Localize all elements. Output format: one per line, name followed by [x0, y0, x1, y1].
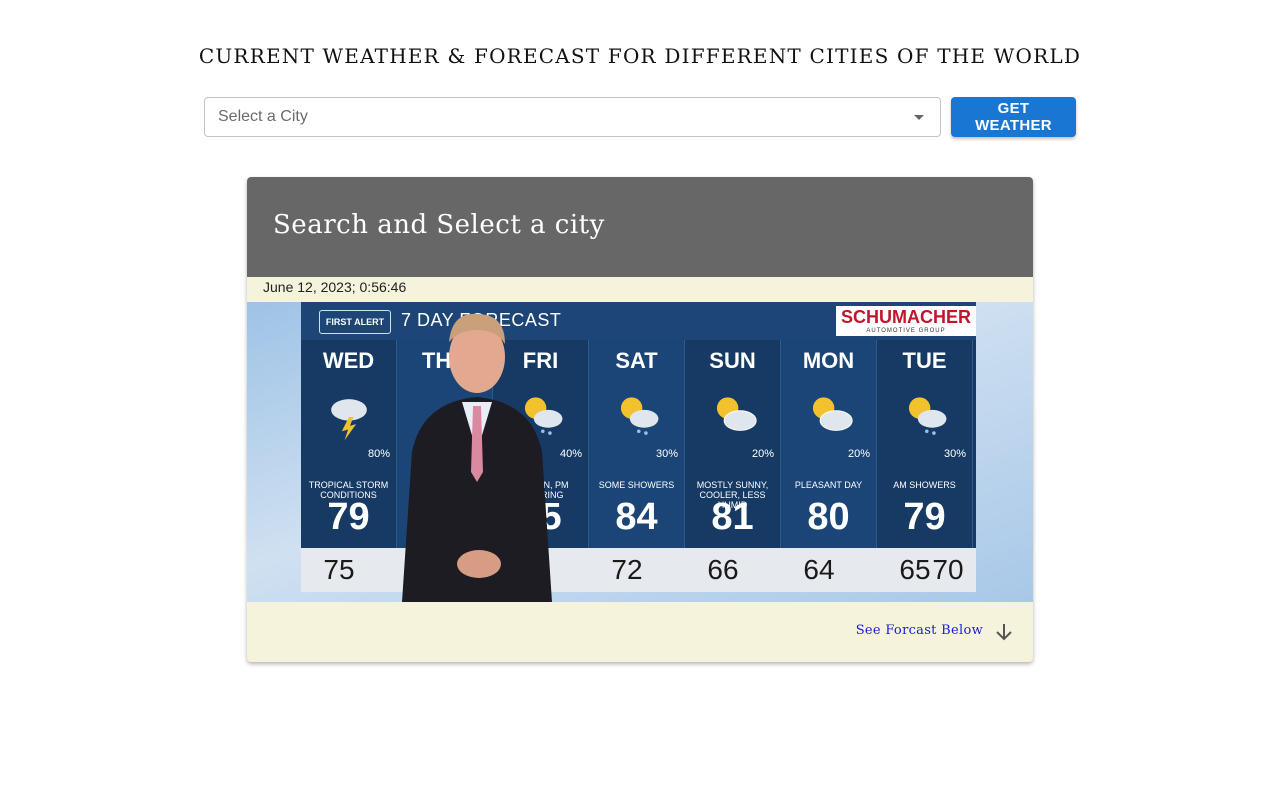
- extra-low-temp: 70: [932, 554, 964, 585]
- sponsor-subtitle: AUTOMOTIVE GROUP: [866, 328, 946, 334]
- day-description: PLEASANT DAY: [794, 480, 863, 490]
- arrow-down-icon[interactable]: [995, 622, 1013, 642]
- page-title: CURRENT WEATHER & FORECAST FOR DIFFERENT…: [198, 44, 1082, 68]
- weather-card: Search and Select a city June 12, 2023; …: [247, 177, 1033, 662]
- station-logo: FIRST ALERT: [319, 310, 391, 334]
- forecast-day-tue: TUE 30% AM SHOWERS 79: [877, 340, 973, 548]
- sponsor-name: SCHUMACHER: [841, 307, 971, 327]
- day-precip-chance: 40%: [559, 448, 582, 460]
- city-select[interactable]: Select a City: [204, 97, 941, 137]
- sun-rain-icon: [908, 397, 947, 435]
- day-precip-chance: 20%: [751, 448, 774, 460]
- page: CURRENT WEATHER & FORECAST FOR DIFFERENT…: [0, 0, 1280, 800]
- forecast-day-mon: MON 20% PLEASANT DAY 80: [781, 340, 877, 548]
- storm-icon: [331, 399, 367, 441]
- day-high-temp: 81: [711, 496, 754, 538]
- card-title: Search and Select a city: [273, 210, 605, 240]
- forecast-video-image: FIRST ALERT 7 DAY FORECAST SCHUMACHER AU…: [247, 302, 1033, 602]
- sponsor-logo: SCHUMACHER AUTOMOTIVE GROUP: [836, 306, 976, 336]
- day-high-temp: 79: [327, 496, 370, 538]
- day-high-temp: 79: [903, 496, 946, 538]
- day-description: SOME SHOWERS: [598, 480, 675, 490]
- day-precip-chance: 30%: [943, 448, 966, 460]
- day-low-temp: 75: [323, 554, 355, 585]
- presenter-figure: [402, 313, 552, 602]
- day-name: TUE: [902, 348, 947, 373]
- day-name: WED: [322, 348, 375, 373]
- card-header: Search and Select a city: [247, 177, 1033, 277]
- sun-cloud-icon: [716, 397, 757, 431]
- timestamp: June 12, 2023; 0:56:46: [263, 279, 407, 295]
- forecast-day-wed: WED 80% TROPICAL STORM CONDITIONS 79: [301, 340, 397, 548]
- day-description: AM SHOWERS: [893, 480, 956, 490]
- day-precip-chance: 80%: [367, 448, 390, 460]
- search-controls: Select a City GET WEATHER: [204, 97, 1076, 137]
- sun-cloud-icon: [812, 397, 853, 431]
- get-weather-button[interactable]: GET WEATHER: [951, 97, 1076, 137]
- day-name: SUN: [709, 348, 756, 373]
- day-name: MON: [802, 348, 855, 373]
- see-forecast-link[interactable]: See Forcast Below: [856, 623, 983, 638]
- day-high-temp: 80: [807, 496, 850, 538]
- sun-rain-icon: [620, 397, 659, 435]
- day-precip-chance: 30%: [655, 448, 678, 460]
- day-low-temp: 72: [611, 554, 643, 585]
- day-name: SAT: [615, 348, 658, 373]
- dropdown-arrow-icon[interactable]: [914, 115, 924, 120]
- day-precip-chance: 20%: [847, 448, 870, 460]
- city-select-placeholder: Select a City: [218, 108, 308, 125]
- forecast-day-sat: SAT 30% SOME SHOWERS 84: [589, 340, 685, 548]
- forecast-day-sun: SUN 20% MOSTLY SUNNY, COOLER, LESS HUMID 81: [685, 340, 781, 548]
- day-low-temp: 66: [707, 554, 739, 585]
- day-high-temp: 84: [615, 496, 658, 538]
- day-low-temp: 64: [803, 554, 835, 585]
